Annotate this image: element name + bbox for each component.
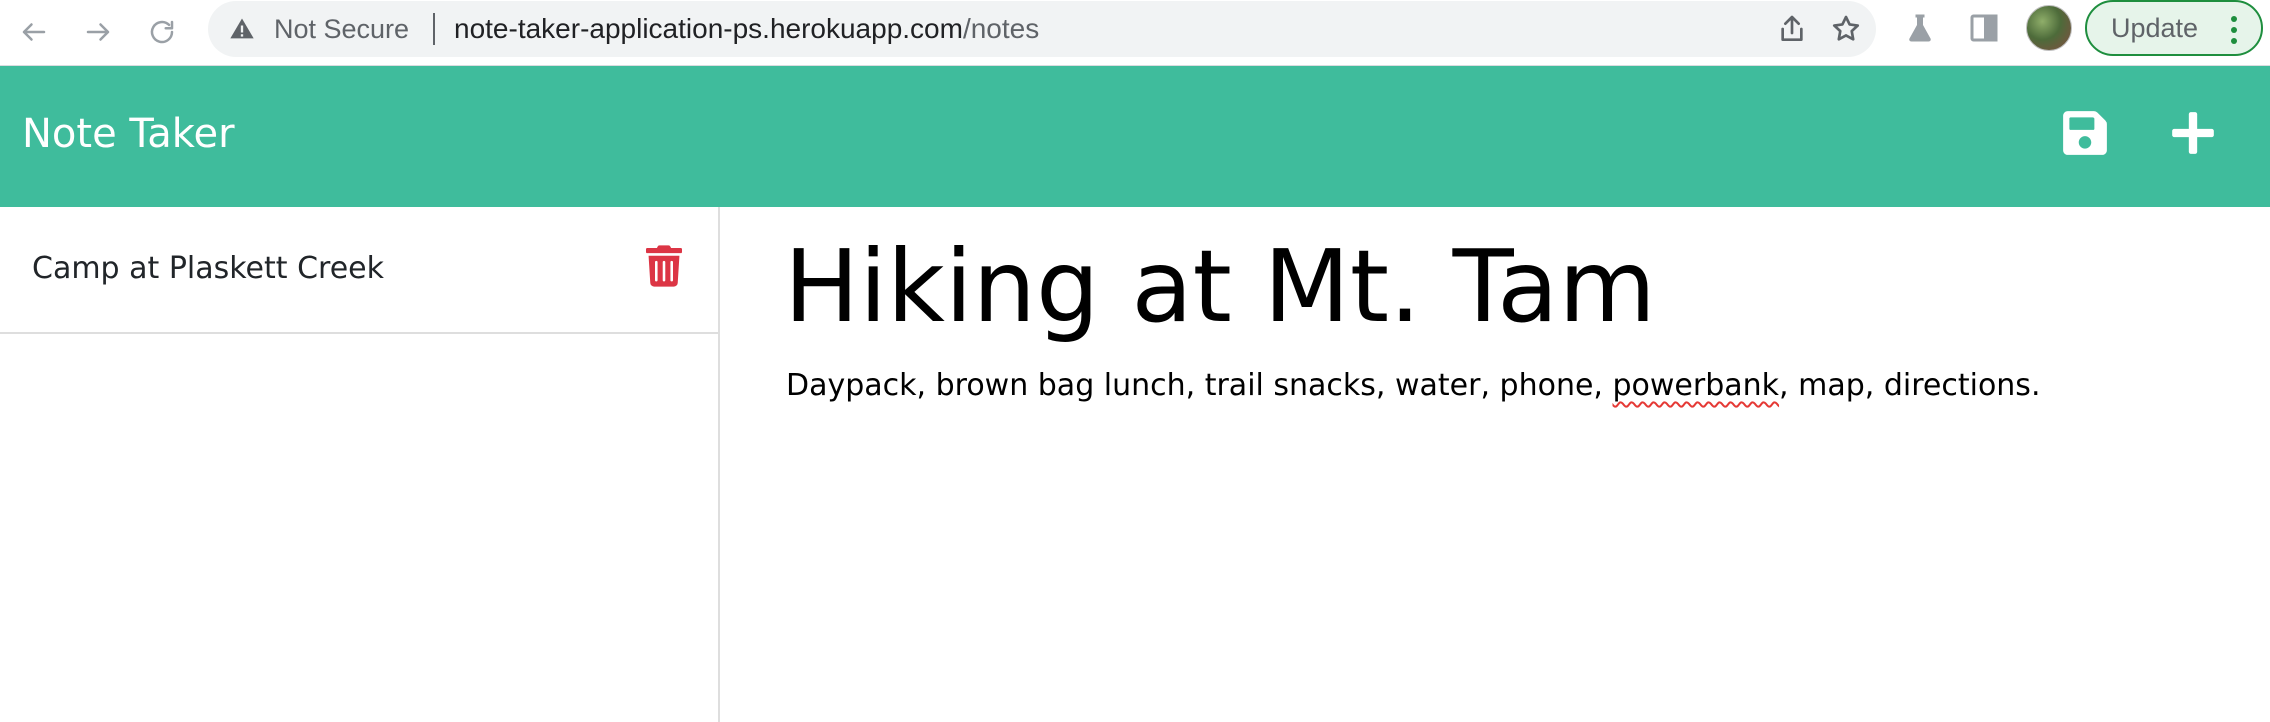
url-host: note-taker-application-ps.herokuapp.com [454, 13, 963, 44]
save-note-button[interactable] [2060, 108, 2110, 158]
reload-button[interactable] [140, 10, 184, 54]
forward-button[interactable] [76, 10, 120, 54]
address-bar[interactable]: Not Secure note-taker-application-ps.her… [208, 1, 1876, 57]
side-panel-icon[interactable] [1966, 10, 2002, 46]
browser-toolbar: Not Secure note-taker-application-ps.her… [0, 0, 2270, 66]
plus-icon [2172, 112, 2214, 154]
note-text-part: Daypack, brown bag lunch, trail snacks, … [786, 368, 1613, 403]
save-icon [2063, 111, 2107, 155]
misspelled-word: powerbank [1612, 368, 1780, 403]
app-navbar: Note Taker [0, 66, 2270, 207]
update-button-label: Update [2111, 12, 2199, 43]
trash-icon[interactable] [646, 245, 682, 287]
back-button[interactable] [12, 10, 56, 54]
kebab-menu-icon[interactable] [2231, 16, 2237, 44]
note-textarea[interactable]: Daypack, brown bag lunch, trail snacks, … [786, 366, 2226, 406]
notes-list: Camp at Plaskett Creek [0, 207, 720, 722]
note-list-title[interactable]: Camp at Plaskett Creek [32, 251, 384, 287]
new-note-button[interactable] [2168, 108, 2218, 158]
omnibox-divider [433, 13, 435, 45]
update-button[interactable]: Update [2085, 0, 2263, 56]
list-item[interactable]: Camp at Plaskett Creek [0, 207, 718, 334]
share-icon[interactable] [1776, 13, 1808, 45]
reload-icon [150, 20, 174, 44]
warning-triangle-icon[interactable] [228, 15, 256, 43]
app-title[interactable]: Note Taker [22, 110, 235, 158]
arrow-right-icon [86, 23, 110, 41]
note-title-input[interactable]: Hiking at Mt. Tam [784, 232, 2224, 342]
note-text-part: , map, directions. [1779, 368, 2041, 403]
profile-avatar[interactable] [2026, 5, 2072, 51]
flask-icon[interactable] [1902, 10, 1938, 46]
url-text[interactable]: note-taker-application-ps.herokuapp.com/… [454, 13, 1039, 45]
url-path: /notes [962, 13, 1040, 44]
star-icon[interactable] [1830, 13, 1862, 45]
arrow-left-icon [22, 23, 46, 41]
security-status-label[interactable]: Not Secure [274, 13, 409, 45]
